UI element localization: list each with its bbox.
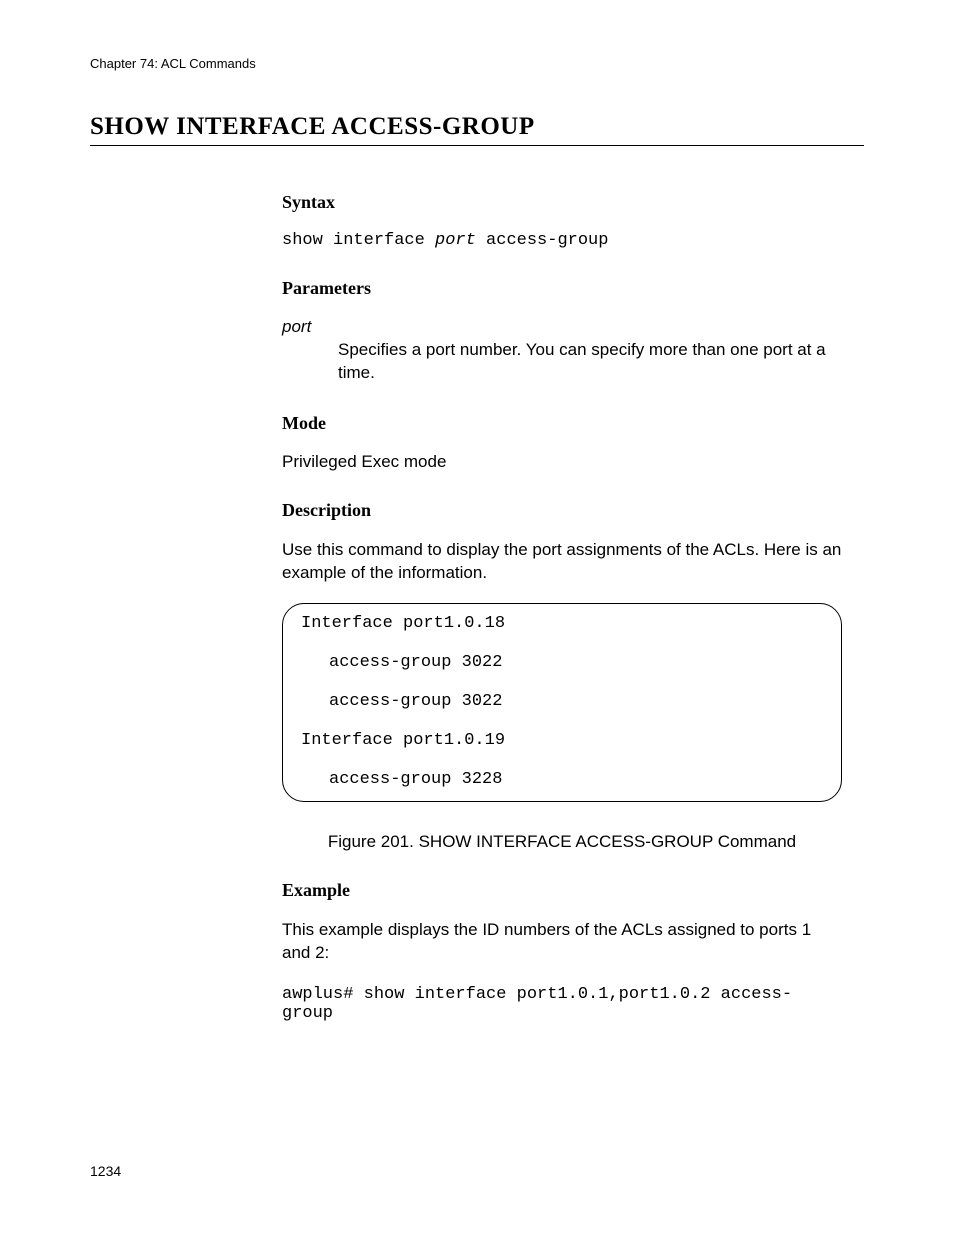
content-body: Syntax show interface port access-group … [282,192,842,1023]
page-title: SHOW INTERFACE ACCESS-GROUP [90,113,864,146]
syntax-arg: port [435,231,476,250]
description-text: Use this command to display the port ass… [282,539,842,585]
syntax-prefix: show interface [282,231,435,250]
example-heading: Example [282,880,842,901]
output-line: access-group 3022 [301,692,823,711]
output-line: Interface port1.0.18 [301,614,823,633]
param-name: port [282,317,842,337]
chapter-header: Chapter 74: ACL Commands [90,56,864,71]
syntax-suffix: access-group [476,231,609,250]
parameters-heading: Parameters [282,278,842,299]
mode-text: Privileged Exec mode [282,452,842,472]
output-line: Interface port1.0.19 [301,731,823,750]
syntax-heading: Syntax [282,192,842,213]
output-line: access-group 3022 [301,653,823,672]
example-command: awplus# show interface port1.0.1,port1.0… [282,985,842,1023]
output-box: Interface port1.0.18 access-group 3022 a… [282,603,842,802]
example-text: This example displays the ID numbers of … [282,919,842,965]
page-number: 1234 [90,1163,121,1179]
figure-caption: Figure 201. SHOW INTERFACE ACCESS-GROUP … [282,832,842,852]
syntax-command: show interface port access-group [282,231,842,250]
mode-heading: Mode [282,413,842,434]
description-heading: Description [282,500,842,521]
output-line: access-group 3228 [301,770,823,789]
param-description: Specifies a port number. You can specify… [338,339,842,385]
